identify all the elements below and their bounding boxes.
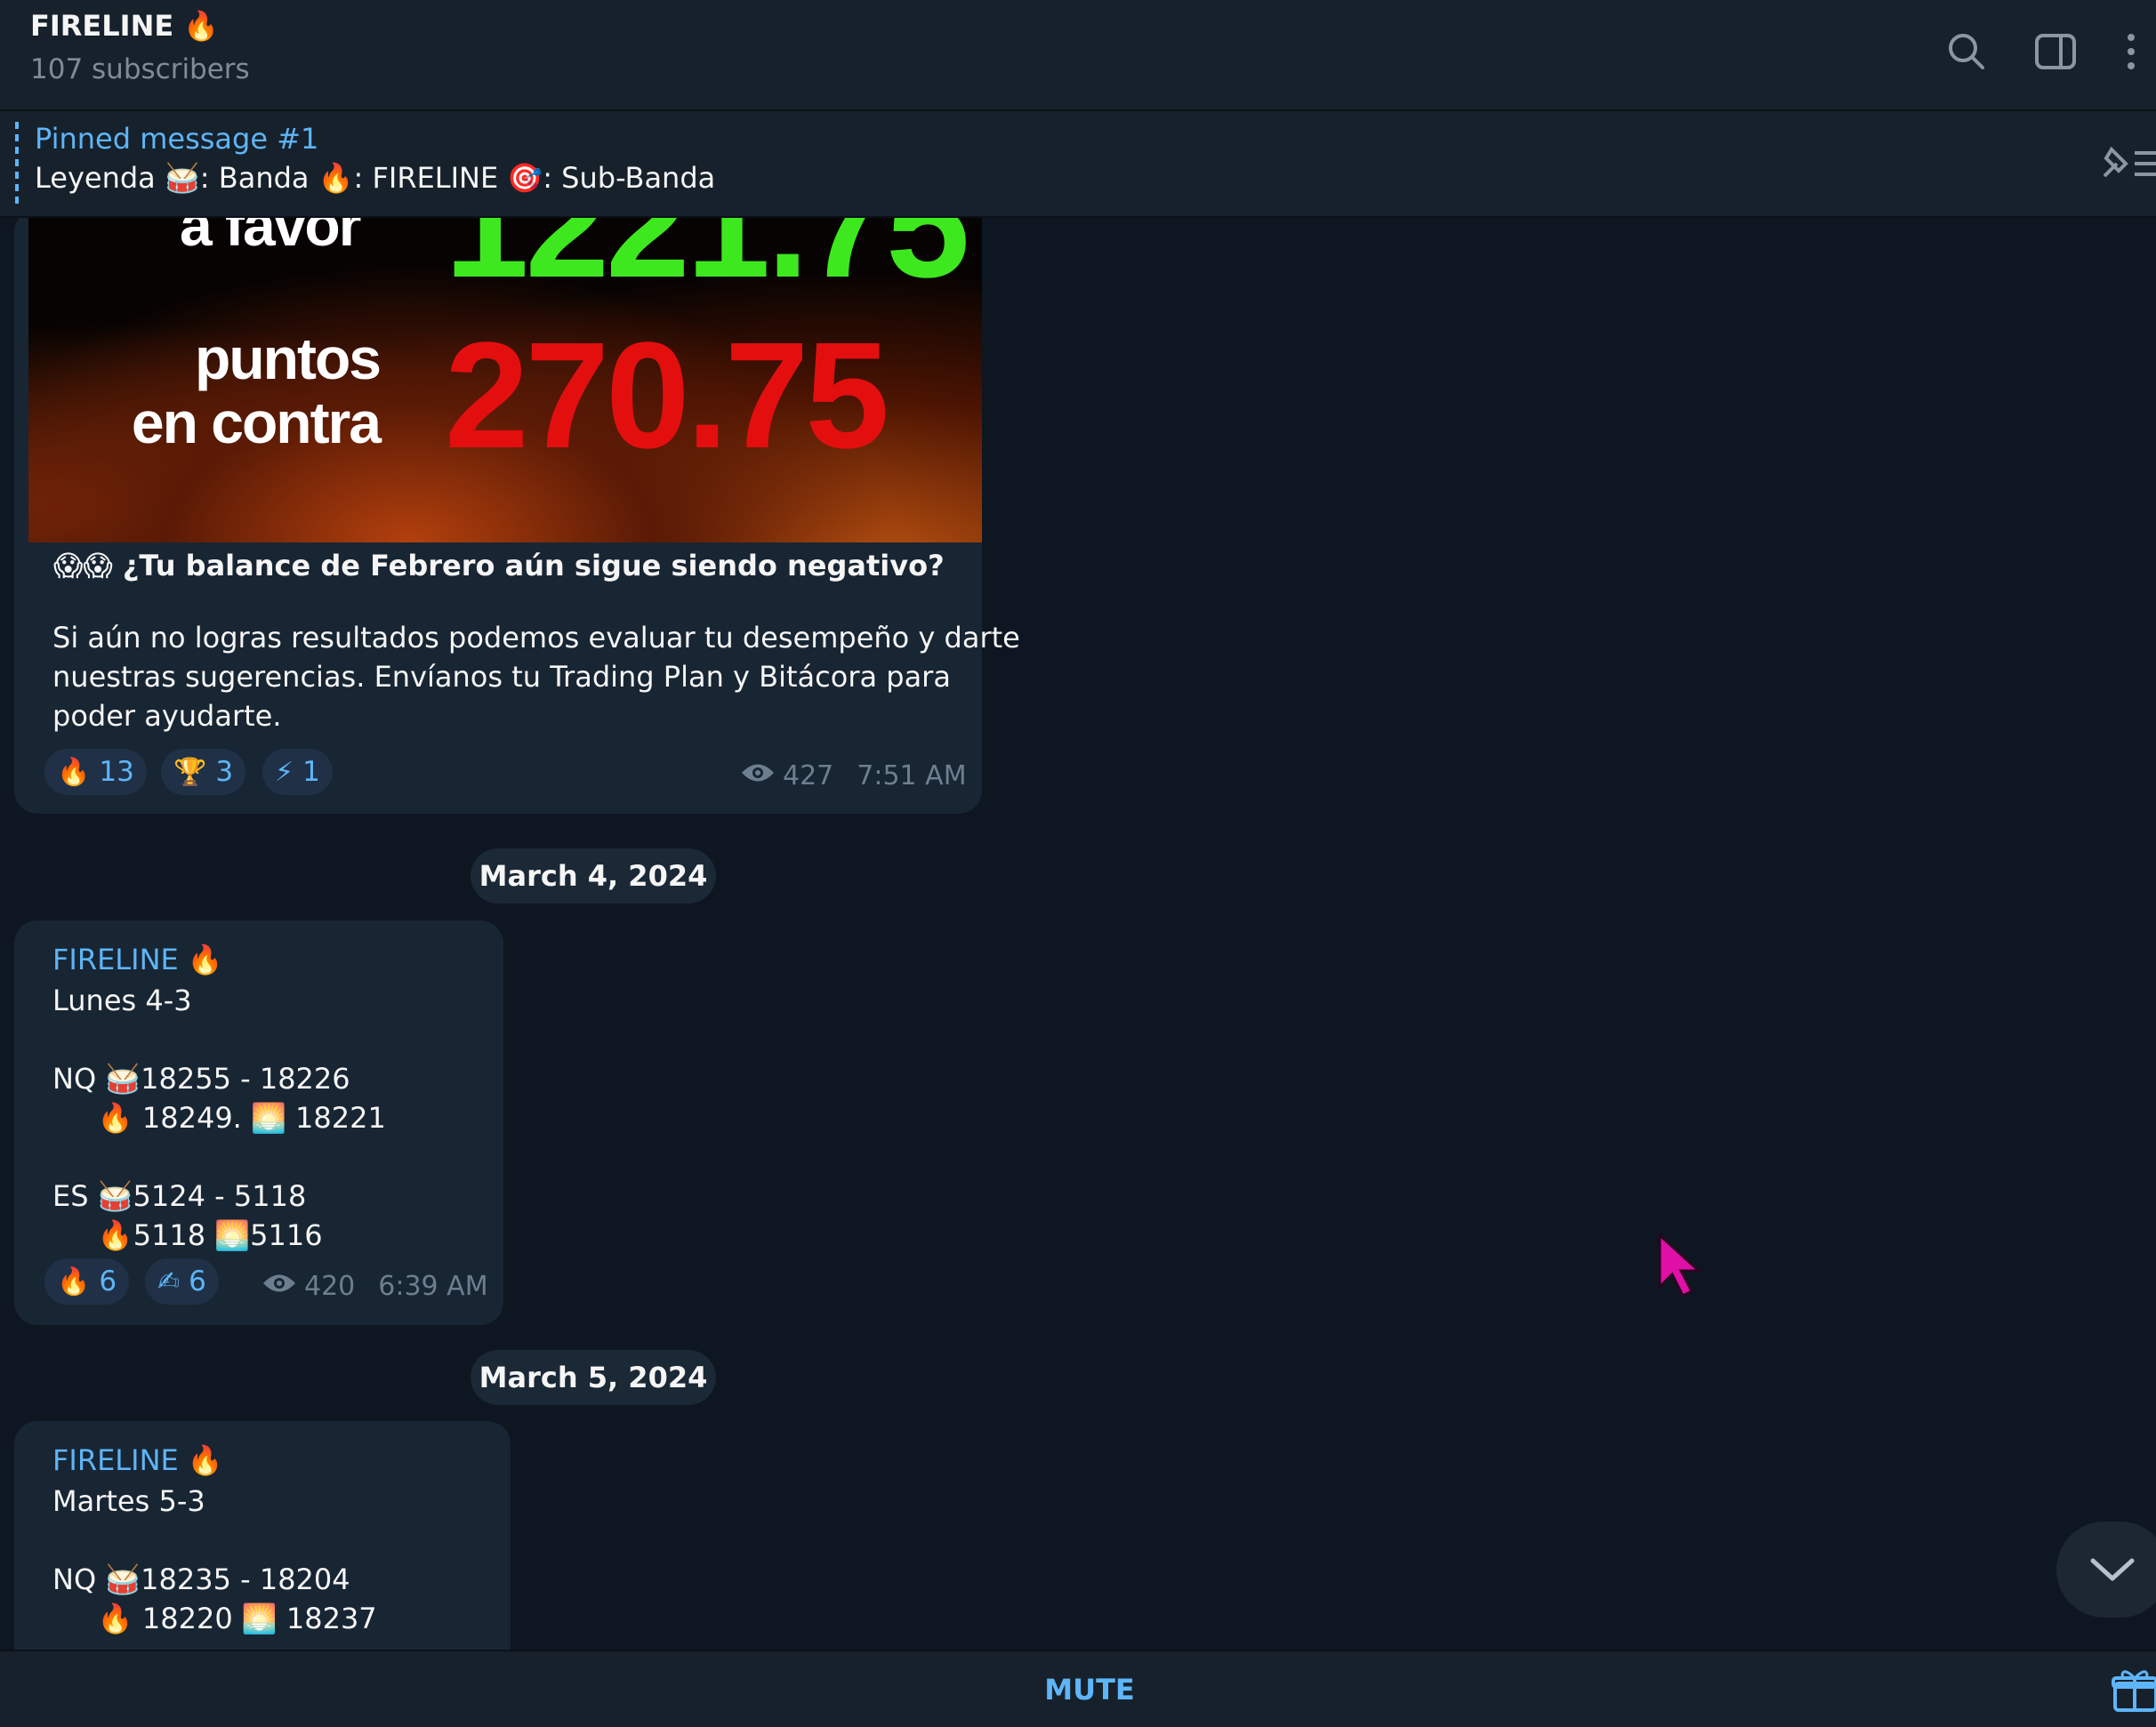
mute-button[interactable]: MUTE — [0, 1651, 2156, 1727]
more-vert-icon[interactable] — [2106, 27, 2156, 76]
sender-name[interactable]: FIRELINE 🔥 — [52, 943, 223, 976]
post-headline: 😱😱 ¿Tu balance de Febrero aún sigue sien… — [53, 549, 945, 582]
view-count: 427 — [783, 760, 834, 791]
reaction-writing[interactable]: ✍ 6 — [145, 1258, 219, 1305]
post-title: Martes 5-3 — [52, 1484, 205, 1518]
reaction-emoji: 🏆 — [173, 756, 207, 788]
channel-footer: MUTE — [0, 1650, 2156, 1727]
gift-icon[interactable] — [2112, 1667, 2156, 1715]
channel-title[interactable]: FIRELINE 🔥 — [30, 9, 219, 43]
reaction-count: 6 — [99, 1265, 117, 1297]
search-icon[interactable] — [1942, 27, 1991, 76]
message-bubble[interactable]: a favor 1221.75 puntos en contra 270.75 … — [14, 218, 1020, 814]
pin-list-icon[interactable] — [2099, 141, 2156, 187]
reaction-count: 6 — [189, 1265, 206, 1297]
message-meta: 420 6:39 AM — [261, 1271, 488, 1302]
date-separator: March 5, 2024 — [471, 1350, 716, 1405]
pinned-indicator — [15, 122, 19, 205]
message-list[interactable]: a favor 1221.75 puntos en contra 270.75 … — [0, 218, 2156, 1650]
post-body: NQ 🥁18255 - 18226 🔥 18249. 🌅 18221 ES 🥁5… — [52, 1062, 386, 1252]
chat-header: FIRELINE 🔥 107 subscribers — [0, 0, 2156, 111]
message-bubble[interactable]: FIRELINE 🔥 Lunes 4-3 NQ 🥁18255 - 18226 🔥… — [14, 920, 503, 1325]
sidebar-toggle-icon[interactable] — [2031, 27, 2080, 76]
reaction-emoji: 🔥 — [57, 756, 91, 788]
message-meta: 427 7:51 AM — [740, 760, 967, 791]
chevron-down-icon — [2090, 1558, 2135, 1581]
image-label-puntos: puntos — [195, 325, 382, 391]
reaction-trophy[interactable]: 🏆 3 — [161, 749, 246, 795]
sender-name[interactable]: FIRELINE 🔥 — [52, 1443, 223, 1477]
message-time: 7:51 AM — [857, 760, 967, 791]
view-count: 420 — [304, 1271, 356, 1302]
reaction-fire[interactable]: 🔥 13 — [44, 749, 147, 795]
post-title: Lunes 4-3 — [52, 984, 192, 1017]
reaction-count: 3 — [215, 756, 234, 788]
pinned-title: Pinned message #1 — [35, 122, 319, 156]
image-label-contra: en contra — [131, 390, 382, 455]
reaction-count: 1 — [302, 756, 320, 788]
views-icon — [740, 760, 776, 791]
post-body: Si aún no logras resultados podemos eval… — [52, 621, 1020, 733]
subscriber-count: 107 subscribers — [30, 53, 250, 85]
image-value-contra: 270.75 — [445, 311, 889, 480]
reaction-emoji: ⚡ — [275, 756, 294, 788]
reaction-lightning[interactable]: ⚡ 1 — [262, 749, 333, 795]
image-value-favor: 1221.75 — [445, 218, 970, 309]
post-image[interactable]: a favor 1221.75 puntos en contra 270.75 — [28, 218, 982, 542]
reaction-count: 13 — [99, 756, 134, 788]
message-time: 6:39 AM — [378, 1271, 488, 1302]
reaction-emoji: ✍ — [157, 1265, 181, 1297]
date-separator: March 4, 2024 — [471, 848, 716, 904]
reaction-emoji: 🔥 — [57, 1265, 91, 1297]
scroll-to-bottom-button[interactable] — [2056, 1522, 2156, 1618]
pinned-text: Leyenda 🥁: Banda 🔥: FIRELINE 🎯: Sub-Band… — [35, 161, 716, 195]
image-label-favor: a favor — [180, 218, 361, 258]
pinned-message-bar[interactable]: Pinned message #1 Leyenda 🥁: Banda 🔥: FI… — [0, 111, 2156, 218]
message-bubble[interactable]: FIRELINE 🔥 Martes 5-3 NQ 🥁18235 - 18204 … — [14, 1421, 511, 1650]
views-icon — [261, 1271, 297, 1302]
mouse-cursor-icon — [1656, 1232, 1706, 1303]
post-body: NQ 🥁18235 - 18204 🔥 18220 🌅 18237 — [52, 1562, 377, 1635]
reaction-fire[interactable]: 🔥 6 — [44, 1258, 130, 1305]
